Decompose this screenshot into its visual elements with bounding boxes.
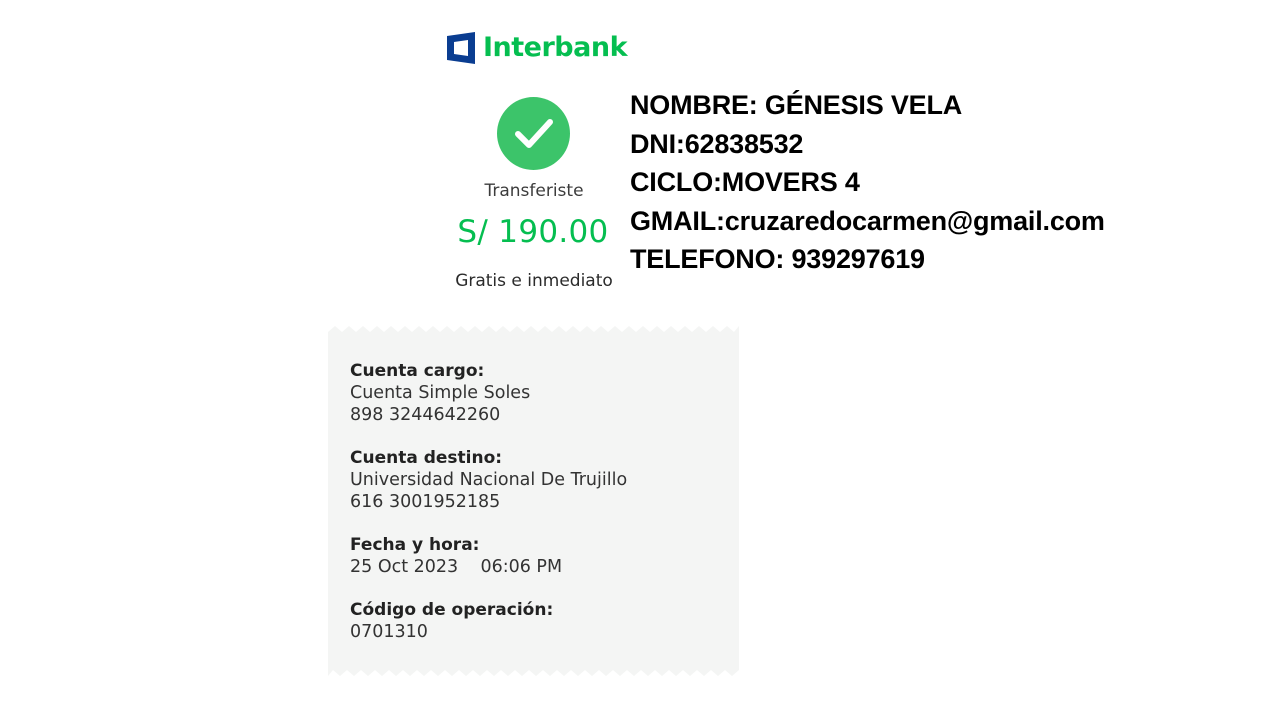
transfer-status-label: Transferiste — [484, 181, 584, 201]
account-charge-field: Cuenta cargo: Cuenta Simple Soles 898 32… — [350, 360, 730, 426]
account-destination-label: Cuenta destino: — [350, 448, 503, 468]
check-icon — [497, 97, 570, 170]
operation-code-value: 0701310 — [350, 622, 428, 642]
student-name: NOMBRE: GÉNESIS VELA — [630, 90, 963, 120]
operation-code-field: Código de operación: 0701310 — [350, 599, 730, 643]
account-destination-field: Cuenta destino: Universidad Nacional De … — [350, 447, 730, 513]
operation-code-label: Código de operación: — [350, 600, 554, 620]
interbank-logo: Interbank — [445, 31, 628, 65]
interbank-logo-icon — [447, 32, 475, 64]
date-time-field: Fecha y hora: 25 Oct 2023 06:06 PM — [350, 534, 730, 578]
transfer-note: Gratis e inmediato — [455, 271, 613, 291]
student-email: GMAIL:cruzaredocarmen@gmail.com — [630, 205, 1105, 236]
account-charge-label: Cuenta cargo: — [350, 361, 485, 381]
transfer-amount: S/ 190.00 — [457, 214, 609, 250]
date-time-label: Fecha y hora: — [350, 535, 480, 555]
student-info: NOMBRE: GÉNESIS VELA DNI:62838532 CICLO:… — [630, 88, 1105, 281]
brand-name: Interbank — [483, 32, 628, 63]
account-charge-number: 898 3244642260 — [350, 405, 501, 425]
account-charge-type: Cuenta Simple Soles — [350, 383, 531, 403]
student-phone: TELEFONO: 939297619 — [630, 244, 925, 274]
date-time-value: 25 Oct 2023 06:06 PM — [350, 557, 563, 577]
student-dni: DNI:62838532 — [630, 128, 804, 159]
transfer-receipt-page: Interbank Transferiste S/ 190.00 Gratis … — [0, 0, 1280, 720]
student-cycle: CICLO:MOVERS 4 — [630, 167, 860, 197]
receipt-details: Cuenta cargo: Cuenta Simple Soles 898 32… — [350, 360, 730, 664]
receipt-card: Cuenta cargo: Cuenta Simple Soles 898 32… — [328, 326, 739, 676]
account-destination-number: 616 3001952185 — [350, 492, 501, 512]
account-destination-name: Universidad Nacional De Trujillo — [350, 470, 628, 490]
